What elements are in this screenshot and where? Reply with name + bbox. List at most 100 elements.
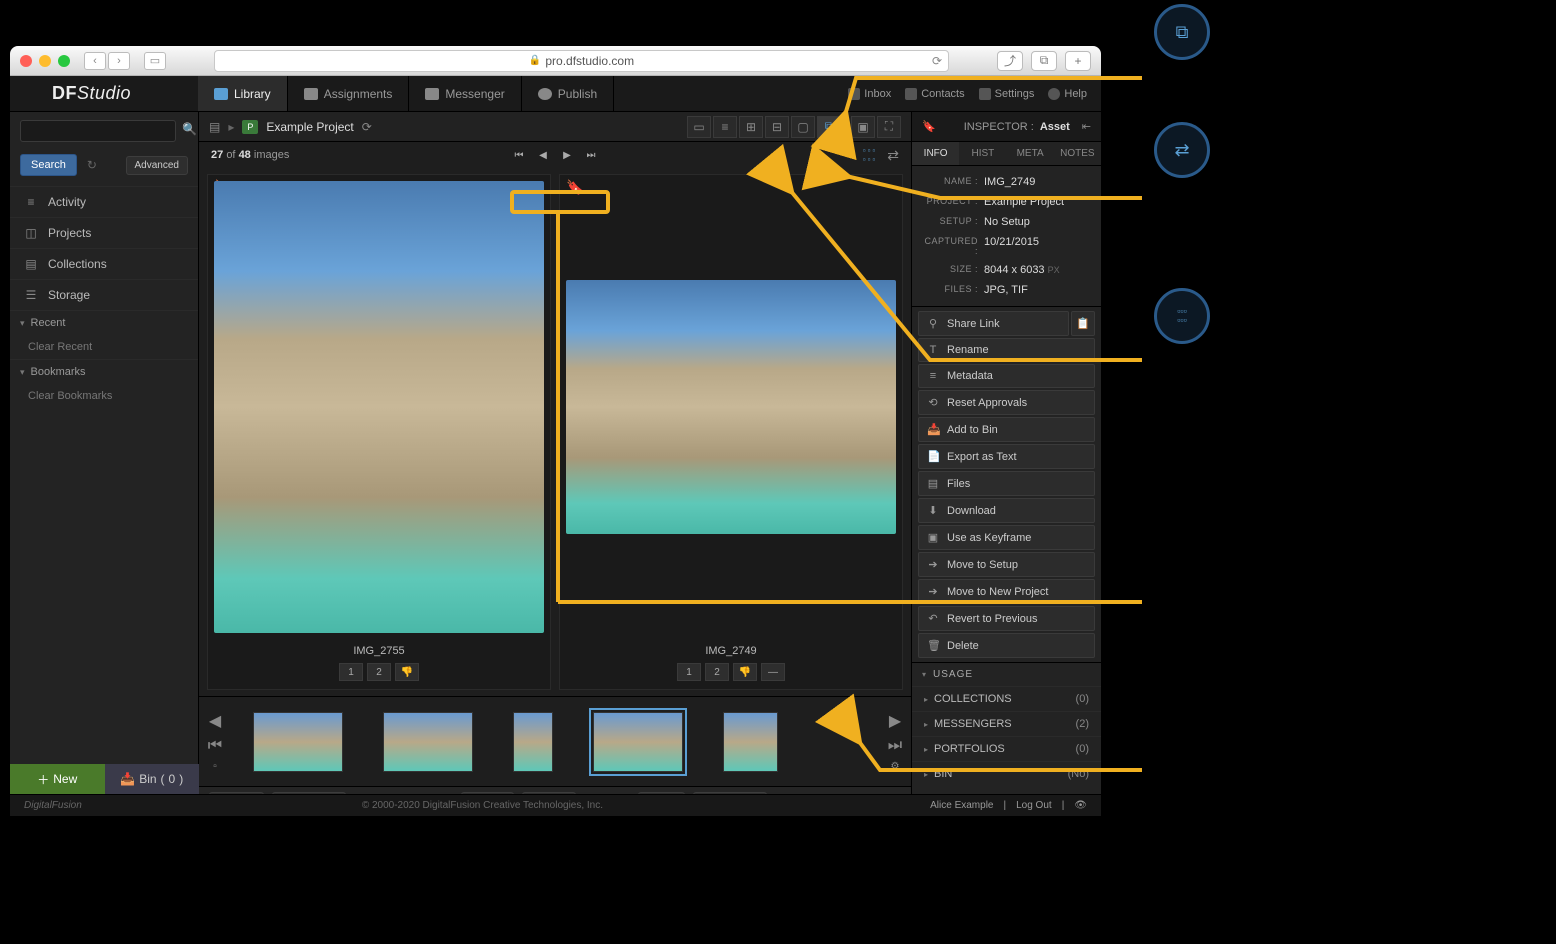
view-tool-compare[interactable]: ⧉ (817, 116, 841, 138)
inspector-tab-notes[interactable]: NOTES (1054, 142, 1101, 165)
sidebar-recent-header[interactable]: Recent (10, 310, 198, 335)
view-tool-list[interactable]: ≡ (713, 116, 737, 138)
top-link-settings[interactable]: Settings (979, 88, 1035, 100)
action-files[interactable]: ▤Files (918, 471, 1095, 496)
action-revert[interactable]: ↶Revert to Previous (918, 606, 1095, 631)
action-move-project[interactable]: ➔Move to New Project (918, 579, 1095, 604)
action-export-text[interactable]: 📄Export as Text (918, 444, 1095, 469)
logout-link[interactable]: Log Out (1016, 800, 1052, 811)
inspector-tab-info[interactable]: INFO (912, 142, 959, 165)
clear-bookmarks-button[interactable]: Clear Bookmarks (10, 384, 198, 408)
thumbs-down-button[interactable]: 👎 (395, 663, 419, 681)
meta-project[interactable]: Example Project (984, 196, 1064, 208)
maximize-window-button[interactable] (58, 55, 70, 67)
rating-1-button[interactable]: 1 (339, 663, 363, 681)
tab-publish[interactable]: Publish (522, 76, 614, 111)
tab-assignments[interactable]: Assignments (288, 76, 410, 111)
top-link-contacts[interactable]: Contacts (905, 88, 964, 100)
action-download[interactable]: ⬇Download (918, 498, 1095, 523)
action-metadata[interactable]: ≡Metadata (918, 364, 1095, 388)
collapse-panel-icon[interactable]: ⇤ (1082, 120, 1091, 133)
visibility-icon[interactable]: 👁 (1074, 800, 1087, 811)
tab-library[interactable]: Library (198, 76, 288, 111)
thumbnail[interactable] (383, 712, 473, 772)
top-link-inbox[interactable]: Inbox (848, 88, 891, 100)
tab-messenger[interactable]: Messenger (409, 76, 521, 111)
browser-share-button[interactable]: ⤴ (997, 51, 1023, 71)
rating-clear-button[interactable]: — (761, 663, 785, 681)
usage-header[interactable]: USAGE (912, 663, 1101, 686)
view-tool-stack[interactable]: ▣ (851, 116, 875, 138)
usage-bin[interactable]: BIN(No) (912, 761, 1101, 786)
share-copy-button[interactable]: 📋 (1071, 311, 1095, 336)
pager-next[interactable]: ▶ (557, 146, 577, 164)
pager-last[interactable]: ⏭ (581, 146, 601, 164)
pager-prev[interactable]: ◀ (533, 146, 553, 164)
rating-2-button[interactable]: 2 (367, 663, 391, 681)
inspector-tab-hist[interactable]: HIST (959, 142, 1006, 165)
filmstrip-prev[interactable]: ◀ (207, 711, 223, 731)
search-icon[interactable]: 🔍 (182, 120, 197, 138)
sidebar-item-projects[interactable]: ◫Projects (10, 217, 198, 248)
view-tool-1[interactable]: ▭ (687, 116, 711, 138)
filmstrip-grid-icon[interactable]: ▫ (207, 761, 223, 772)
sidebar-item-activity[interactable]: ≡Activity (10, 186, 198, 217)
action-reset-approvals[interactable]: ⟲Reset Approvals (918, 390, 1095, 415)
browser-sidebar-button[interactable]: ▭ (144, 52, 166, 70)
thumbnail[interactable] (513, 712, 553, 772)
reload-icon[interactable]: ⟳ (932, 54, 942, 68)
bookmark-icon[interactable]: 🔖 (922, 120, 936, 133)
filmstrip-first[interactable]: ⏮ (207, 737, 223, 755)
bookmark-icon[interactable]: 🔖 (566, 179, 583, 196)
search-button[interactable]: Search (20, 154, 77, 176)
top-link-help[interactable]: Help (1048, 88, 1087, 100)
browser-new-tab-button[interactable]: + (1065, 51, 1091, 71)
action-move-setup[interactable]: ➔Move to Setup (918, 552, 1095, 577)
pager-first[interactable]: ⏮ (509, 146, 529, 164)
action-rename[interactable]: TRename (918, 338, 1095, 362)
close-window-button[interactable] (20, 55, 32, 67)
usage-portfolios[interactable]: PORTFOLIOS(0) (912, 736, 1101, 761)
thumbnail[interactable] (723, 712, 778, 772)
browser-forward-button[interactable]: › (108, 52, 130, 70)
image-preview[interactable] (566, 280, 896, 533)
thumbs-down-button[interactable]: 👎 (733, 663, 757, 681)
inspector-tab-meta[interactable]: META (1007, 142, 1054, 165)
filmstrip-next[interactable]: ▶ (887, 711, 903, 731)
usage-collections[interactable]: COLLECTIONS(0) (912, 686, 1101, 711)
search-input[interactable] (20, 120, 176, 142)
action-use-keyframe[interactable]: ▣Use as Keyframe (918, 525, 1095, 550)
browser-url-bar[interactable]: 🔒 pro.dfstudio.com ⟳ (214, 50, 949, 72)
new-button[interactable]: ＋ New (10, 764, 105, 794)
sidebar-bookmarks-header[interactable]: Bookmarks (10, 359, 198, 384)
browser-back-button[interactable]: ‹ (84, 52, 106, 70)
refresh-icon[interactable]: ⟳ (362, 120, 372, 134)
filmstrip-last[interactable]: ⏭ (887, 737, 903, 755)
selection-indicator-icon[interactable]: ▫▫▫▫▫▫ (863, 146, 878, 164)
breadcrumb-title[interactable]: Example Project (266, 120, 353, 134)
swap-panes-icon[interactable]: ⇄ (887, 147, 899, 164)
rating-1-button[interactable]: 1 (677, 663, 701, 681)
filmstrip-settings-icon[interactable]: ⚙ (887, 761, 903, 772)
breadcrumb-home-icon[interactable]: ▤ (209, 120, 220, 134)
view-tool-grid-small[interactable]: ⊞ (739, 116, 763, 138)
view-tool-fullscreen[interactable]: ⛶ (877, 116, 901, 138)
usage-messengers[interactable]: MESSENGERS(2) (912, 711, 1101, 736)
advanced-button[interactable]: Advanced (126, 156, 188, 175)
rating-2-button[interactable]: 2 (705, 663, 729, 681)
minimize-window-button[interactable] (39, 55, 51, 67)
browser-tabs-button[interactable]: ⧉ (1031, 51, 1057, 71)
action-add-to-bin[interactable]: 📥Add to Bin (918, 417, 1095, 442)
thumbnail-selected[interactable] (593, 712, 683, 772)
sidebar-item-storage[interactable]: ☰Storage (10, 279, 198, 310)
view-tool-grid-large[interactable]: ⊟ (765, 116, 789, 138)
action-delete[interactable]: 🗑Delete (918, 633, 1095, 658)
view-tool-single[interactable]: ▢ (791, 116, 815, 138)
sidebar-item-collections[interactable]: ▤Collections (10, 248, 198, 279)
search-reset-icon[interactable]: ↻ (87, 158, 97, 172)
clear-recent-button[interactable]: Clear Recent (10, 335, 198, 359)
bin-button[interactable]: 📥 Bin (0) (105, 764, 200, 794)
action-share-link[interactable]: ⚲Share Link (918, 311, 1069, 336)
image-preview[interactable] (214, 181, 544, 633)
thumbnail[interactable] (253, 712, 343, 772)
